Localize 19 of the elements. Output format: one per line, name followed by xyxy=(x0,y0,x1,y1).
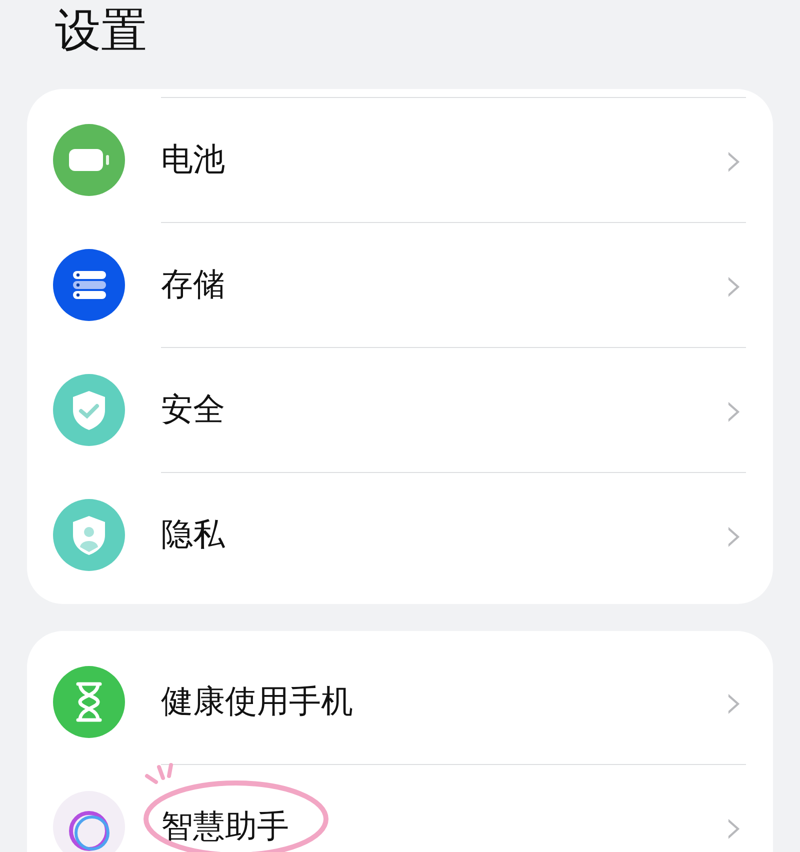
hourglass-icon xyxy=(53,666,125,738)
chevron-icon: › xyxy=(724,386,744,434)
chevron-icon: › xyxy=(724,678,744,726)
shield-check-icon xyxy=(53,374,125,446)
chevron-icon: › xyxy=(724,261,744,309)
battery-icon xyxy=(53,124,125,196)
orb-icon xyxy=(53,790,125,852)
chevron-icon: › xyxy=(724,803,744,851)
setting-label[interactable]: 电池 xyxy=(161,138,725,182)
chevron-icon: › xyxy=(724,511,744,559)
setting-label[interactable]: 存储 xyxy=(161,263,725,307)
shield-person-icon xyxy=(53,498,125,570)
storage-icon xyxy=(53,248,125,320)
setting-label[interactable]: 健康使用手机 xyxy=(161,680,725,724)
setting-label[interactable]: 安全 xyxy=(161,388,725,432)
chevron-icon: › xyxy=(724,136,744,184)
page-title: 设置 xyxy=(54,2,148,59)
setting-label[interactable]: 隐私 xyxy=(161,513,725,557)
setting-label[interactable]: 智慧助手 xyxy=(161,805,725,849)
